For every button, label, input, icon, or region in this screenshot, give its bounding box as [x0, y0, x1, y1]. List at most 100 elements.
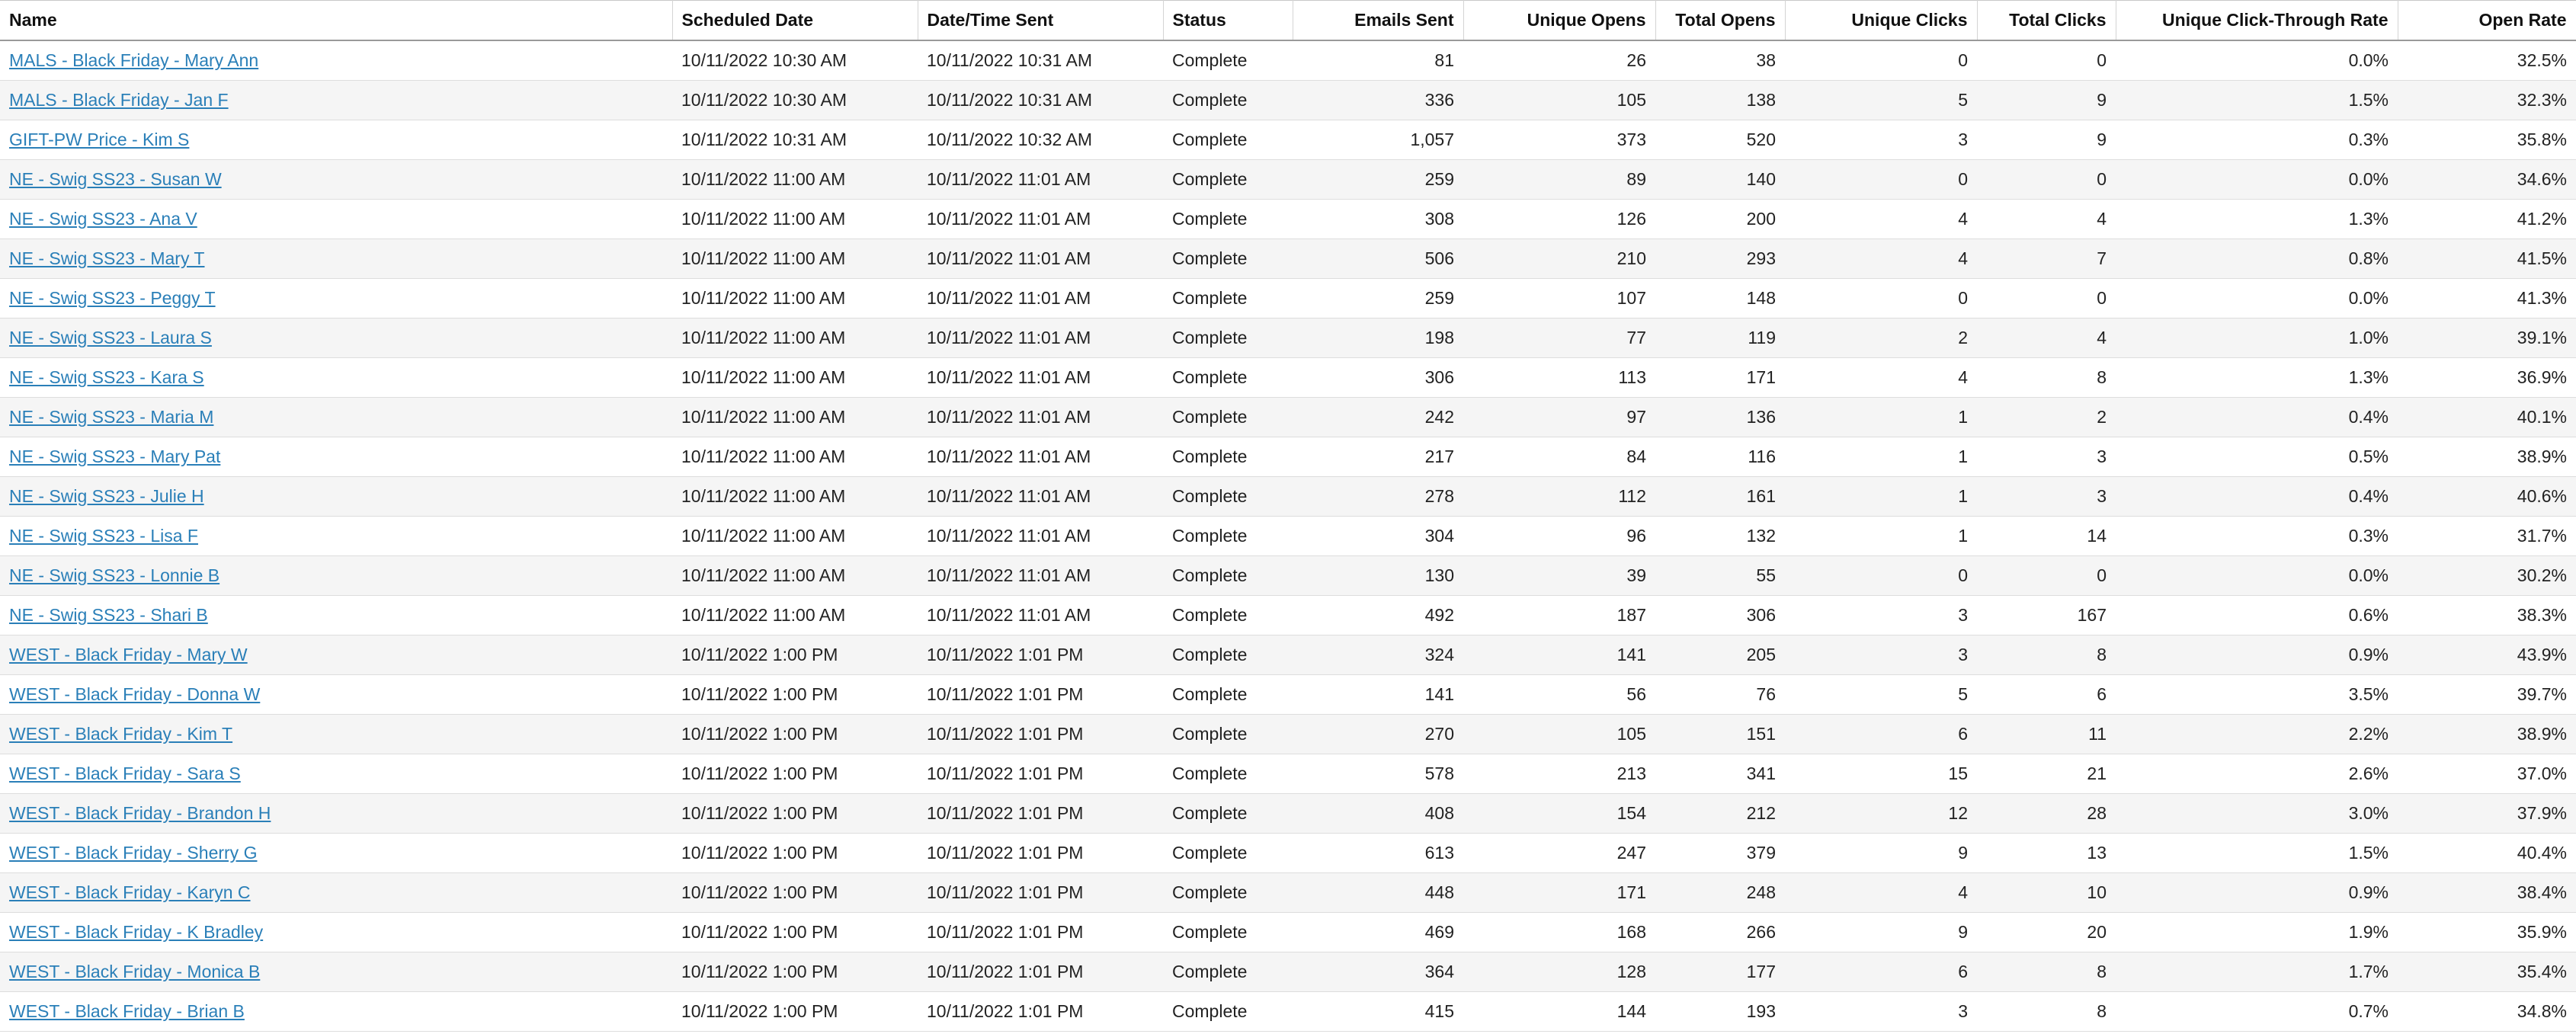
cell-unique-click-through-rate: 2.6% [2116, 754, 2398, 794]
campaign-name-link[interactable]: NE - Swig SS23 - Ana V [9, 209, 197, 229]
campaign-name-link[interactable]: WEST - Black Friday - Brian B [9, 1001, 245, 1021]
campaign-name-link[interactable]: WEST - Black Friday - Kim T [9, 724, 232, 744]
cell-unique-opens: 77 [1463, 318, 1655, 358]
table-row: NE - Swig SS23 - Mary Pat 10/11/2022 11:0… [0, 437, 2576, 477]
cell-unique-opens: 89 [1463, 159, 1655, 200]
campaign-name-link[interactable]: WEST - Black Friday - Brandon H [9, 803, 271, 823]
cell-unique-opens: 105 [1463, 80, 1655, 120]
cell-unique-click-through-rate: 0.4% [2116, 476, 2398, 517]
campaign-name-link[interactable]: NE - Swig SS23 - Susan W [9, 169, 222, 189]
cell-scheduled-date: 10/11/2022 11:00 AM [672, 476, 918, 517]
cell-total-opens: 119 [1655, 318, 1785, 358]
column-header-scheduled-date[interactable]: Scheduled Date [672, 0, 918, 41]
cell-open-rate: 39.1% [2398, 318, 2576, 358]
cell-unique-clicks: 6 [1785, 714, 1977, 754]
cell-total-clicks: 10 [1977, 872, 2116, 913]
column-header-unique-click-through-rate[interactable]: Unique Click-Through Rate [2116, 0, 2398, 41]
cell-unique-clicks: 0 [1785, 555, 1977, 596]
cell-name: WEST - Black Friday - Sherry G [0, 833, 672, 873]
cell-status: Complete [1163, 714, 1293, 754]
campaign-name-link[interactable]: NE - Swig SS23 - Peggy T [9, 288, 216, 308]
table-row: NE - Swig SS23 - Lisa F 10/11/2022 11:00 … [0, 516, 2576, 556]
cell-date-time-sent: 10/11/2022 11:01 AM [918, 238, 1163, 279]
cell-date-time-sent: 10/11/2022 11:01 AM [918, 516, 1163, 556]
cell-unique-click-through-rate: 1.3% [2116, 199, 2398, 239]
campaign-name-link[interactable]: NE - Swig SS23 - Lonnie B [9, 565, 219, 585]
cell-open-rate: 41.3% [2398, 278, 2576, 319]
campaign-name-link[interactable]: NE - Swig SS23 - Julie H [9, 486, 204, 506]
column-header-unique-clicks[interactable]: Unique Clicks [1785, 0, 1978, 41]
table-row: WEST - Black Friday - Brandon H 10/11/202… [0, 793, 2576, 834]
cell-total-clicks: 0 [1977, 159, 2116, 200]
cell-total-clicks: 28 [1977, 793, 2116, 834]
cell-unique-clicks: 9 [1785, 912, 1977, 952]
cell-date-time-sent: 10/11/2022 1:01 PM [918, 912, 1163, 952]
campaign-name-link[interactable]: NE - Swig SS23 - Mary T [9, 248, 204, 268]
cell-status: Complete [1163, 872, 1293, 913]
cell-unique-opens: 113 [1463, 357, 1655, 398]
cell-total-clicks: 3 [1977, 476, 2116, 517]
campaign-name-link[interactable]: WEST - Black Friday - Mary W [9, 645, 248, 664]
campaign-name-link[interactable]: WEST - Black Friday - Monica B [9, 962, 260, 981]
campaign-name-link[interactable]: NE - Swig SS23 - Maria M [9, 407, 213, 427]
campaign-name-link[interactable]: WEST - Black Friday - Sara S [9, 763, 241, 783]
cell-unique-clicks: 0 [1785, 40, 1977, 81]
cell-name: NE - Swig SS23 - Laura S [0, 318, 672, 358]
cell-total-opens: 200 [1655, 199, 1785, 239]
table-row: GIFT-PW Price - Kim S 10/11/2022 10:31 AM… [0, 120, 2576, 160]
cell-name: WEST - Black Friday - Donna W [0, 674, 672, 715]
cell-status: Complete [1163, 40, 1293, 81]
table-row: NE - Swig SS23 - Susan W 10/11/2022 11:00… [0, 159, 2576, 200]
cell-date-time-sent: 10/11/2022 11:01 AM [918, 397, 1163, 437]
column-header-status[interactable]: Status [1163, 0, 1293, 41]
campaign-name-link[interactable]: MALS - Black Friday - Mary Ann [9, 50, 258, 70]
campaign-name-link[interactable]: NE - Swig SS23 - Kara S [9, 367, 204, 387]
cell-open-rate: 34.8% [2398, 991, 2576, 1032]
cell-unique-clicks: 12 [1785, 793, 1977, 834]
campaign-name-link[interactable]: WEST - Black Friday - Sherry G [9, 843, 257, 863]
campaign-name-link[interactable]: WEST - Black Friday - Donna W [9, 684, 260, 704]
cell-unique-click-through-rate: 1.7% [2116, 952, 2398, 992]
cell-unique-clicks: 4 [1785, 199, 1977, 239]
cell-unique-clicks: 0 [1785, 278, 1977, 319]
cell-open-rate: 37.9% [2398, 793, 2576, 834]
column-header-emails-sent[interactable]: Emails Sent [1293, 0, 1464, 41]
cell-status: Complete [1163, 952, 1293, 992]
cell-date-time-sent: 10/11/2022 11:01 AM [918, 199, 1163, 239]
cell-unique-opens: 154 [1463, 793, 1655, 834]
cell-unique-clicks: 4 [1785, 872, 1977, 913]
cell-name: NE - Swig SS23 - Maria M [0, 397, 672, 437]
cell-total-opens: 171 [1655, 357, 1785, 398]
cell-open-rate: 36.9% [2398, 357, 2576, 398]
campaign-name-link[interactable]: MALS - Black Friday - Jan F [9, 90, 229, 110]
campaign-name-link[interactable]: GIFT-PW Price - Kim S [9, 130, 189, 149]
campaign-name-link[interactable]: WEST - Black Friday - K Bradley [9, 922, 263, 942]
cell-total-opens: 138 [1655, 80, 1785, 120]
cell-total-opens: 140 [1655, 159, 1785, 200]
cell-unique-click-through-rate: 0.0% [2116, 159, 2398, 200]
cell-open-rate: 30.2% [2398, 555, 2576, 596]
cell-emails-sent: 306 [1293, 357, 1463, 398]
cell-open-rate: 38.9% [2398, 437, 2576, 477]
cell-scheduled-date: 10/11/2022 11:00 AM [672, 159, 918, 200]
cell-total-opens: 248 [1655, 872, 1785, 913]
cell-scheduled-date: 10/11/2022 1:00 PM [672, 793, 918, 834]
campaign-name-link[interactable]: NE - Swig SS23 - Laura S [9, 328, 212, 347]
campaign-name-link[interactable]: NE - Swig SS23 - Lisa F [9, 526, 198, 546]
column-header-open-rate[interactable]: Open Rate [2398, 0, 2576, 41]
column-header-date-time-sent[interactable]: Date/Time Sent [918, 0, 1164, 41]
campaign-name-link[interactable]: WEST - Black Friday - Karyn C [9, 882, 251, 902]
cell-scheduled-date: 10/11/2022 11:00 AM [672, 357, 918, 398]
column-header-unique-opens[interactable]: Unique Opens [1463, 0, 1656, 41]
campaign-name-link[interactable]: NE - Swig SS23 - Mary Pat [9, 447, 220, 466]
column-header-total-clicks[interactable]: Total Clicks [1977, 0, 2116, 41]
cell-total-clicks: 20 [1977, 912, 2116, 952]
column-header-name[interactable]: Name [0, 0, 673, 41]
cell-total-opens: 116 [1655, 437, 1785, 477]
cell-open-rate: 31.7% [2398, 516, 2576, 556]
cell-open-rate: 39.7% [2398, 674, 2576, 715]
cell-date-time-sent: 10/11/2022 11:01 AM [918, 159, 1163, 200]
column-header-total-opens[interactable]: Total Opens [1655, 0, 1786, 41]
campaign-name-link[interactable]: NE - Swig SS23 - Shari B [9, 605, 208, 625]
cell-status: Complete [1163, 278, 1293, 319]
